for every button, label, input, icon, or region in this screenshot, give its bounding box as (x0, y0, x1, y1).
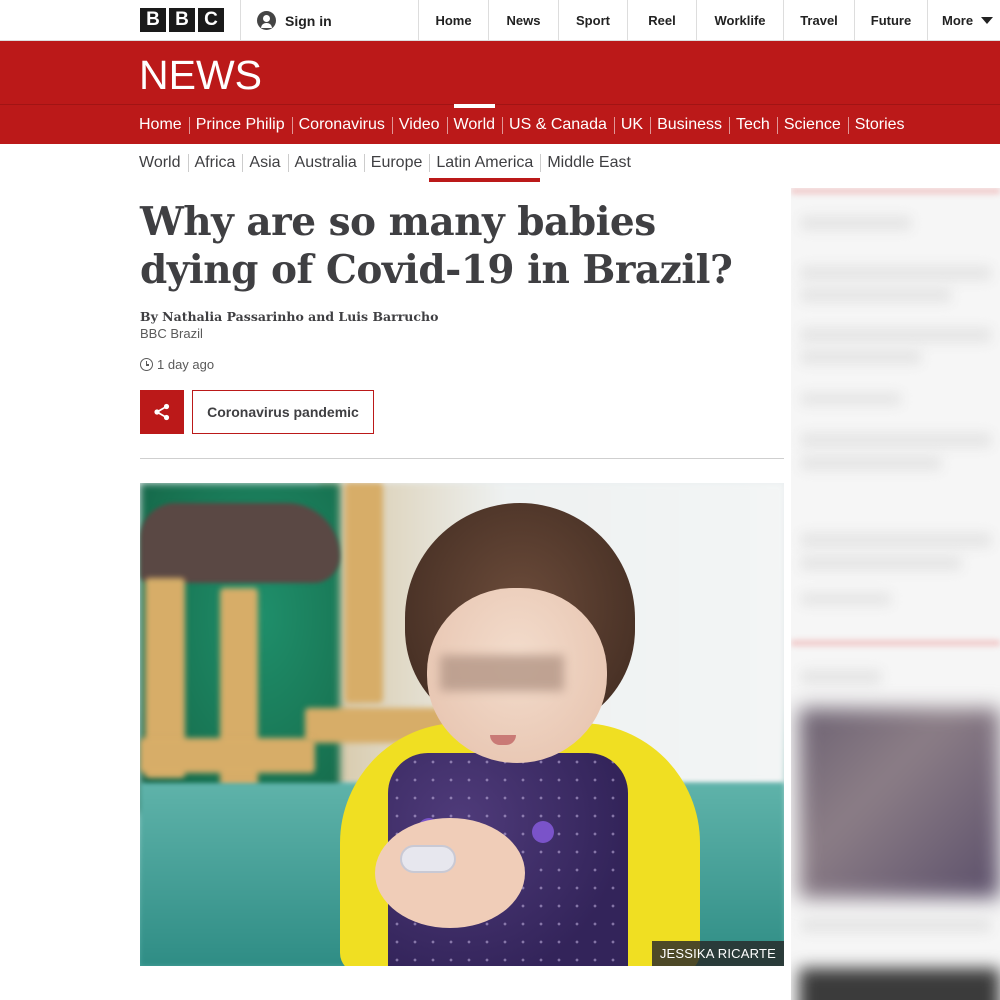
article-divider (140, 458, 784, 459)
main-nav-stories[interactable]: Stories (847, 105, 912, 145)
sidebar-blurred (791, 188, 1000, 1000)
sidebar-accent (791, 640, 1000, 646)
main-nav-tech[interactable]: Tech (729, 105, 777, 145)
photo-child-hands (375, 818, 525, 928)
share-icon (154, 403, 170, 421)
top-nav: Home News Sport Reel Worklife Travel Fut… (418, 0, 1000, 41)
top-nav-home[interactable]: Home (418, 0, 488, 41)
bbc-logo-letter: C (198, 8, 224, 32)
sidebar-placeholder (801, 393, 901, 405)
article-timestamp: 1 day ago (140, 357, 214, 372)
main-nav-world[interactable]: World (446, 104, 503, 145)
clock-icon (140, 358, 153, 371)
sub-nav-europe[interactable]: Europe (363, 144, 430, 182)
topic-tag-button[interactable]: Coronavirus pandemic (192, 390, 374, 434)
photo-toy (400, 845, 456, 873)
main-nav-coronavirus[interactable]: Coronavirus (291, 105, 392, 145)
main-nav-video[interactable]: Video (391, 105, 447, 145)
news-wordmark[interactable]: NEWS (139, 52, 262, 99)
photo-eyes-blur (440, 655, 564, 691)
sidebar-placeholder (801, 556, 961, 570)
article-hero-image: JESSIKA RICARTE (140, 483, 784, 966)
main-nav-science[interactable]: Science (776, 105, 848, 145)
user-icon (257, 11, 276, 30)
article-byline-org: BBC Brazil (140, 326, 203, 341)
article-timestamp-label: 1 day ago (157, 357, 215, 372)
photo-wood-rail (140, 738, 315, 773)
sidebar-placeholder (801, 456, 941, 470)
top-nav-travel[interactable]: Travel (783, 0, 854, 41)
news-main-nav: Home Prince Philip Coronavirus Video Wor… (0, 104, 1000, 144)
sub-nav-asia[interactable]: Asia (242, 144, 287, 182)
header-divider (240, 0, 241, 41)
sidebar-placeholder (801, 350, 921, 364)
sidebar-placeholder (801, 266, 991, 280)
main-nav-uk[interactable]: UK (613, 105, 650, 145)
bbc-logo-letter: B (169, 8, 195, 32)
sidebar-placeholder (801, 288, 951, 302)
sidebar-accent (791, 188, 1000, 194)
news-banner: NEWS (0, 41, 1000, 104)
top-nav-reel[interactable]: Reel (627, 0, 696, 41)
top-nav-more[interactable]: More (927, 0, 1000, 41)
sub-nav-australia[interactable]: Australia (287, 144, 364, 182)
sidebar-placeholder (801, 533, 991, 547)
main-nav-us-canada[interactable]: US & Canada (502, 105, 614, 145)
top-nav-more-label: More (942, 13, 974, 28)
bbc-logo[interactable]: B B C (140, 8, 224, 32)
sidebar-placeholder (801, 328, 991, 342)
sidebar-placeholder (801, 670, 881, 684)
sub-nav-africa[interactable]: Africa (187, 144, 243, 182)
top-nav-news[interactable]: News (488, 0, 558, 41)
main-nav-business[interactable]: Business (650, 105, 729, 145)
top-nav-future[interactable]: Future (854, 0, 927, 41)
photo-chair-seat (140, 503, 340, 583)
sub-nav-latin-america[interactable]: Latin America (429, 144, 541, 182)
top-nav-sport[interactable]: Sport (558, 0, 627, 41)
main-nav-prince-philip[interactable]: Prince Philip (188, 105, 292, 145)
chevron-down-icon (981, 17, 994, 24)
article-headline: Why are so many babies dying of Covid-19… (140, 199, 733, 293)
top-nav-worklife[interactable]: Worklife (696, 0, 783, 41)
world-sub-nav: World Africa Asia Australia Europe Latin… (139, 144, 638, 182)
sign-in-label: Sign in (285, 12, 332, 29)
sub-nav-world[interactable]: World (139, 144, 188, 182)
sidebar-placeholder (801, 433, 991, 447)
share-button[interactable] (140, 390, 184, 434)
sign-in-link[interactable]: Sign in (257, 0, 332, 41)
sidebar-placeholder (801, 216, 911, 230)
photo-overall-button (532, 821, 554, 843)
bbc-logo-letter: B (140, 8, 166, 32)
sub-nav-middle-east[interactable]: Middle East (540, 144, 638, 182)
sidebar-placeholder (801, 593, 891, 605)
article-byline: By Nathalia Passarinho and Luis Barrucho (140, 309, 439, 324)
sidebar-placeholder (801, 918, 991, 932)
photo-wood-leg (345, 483, 383, 703)
image-credit: JESSIKA RICARTE (651, 941, 784, 966)
sidebar-thumbnail (799, 968, 1000, 1000)
bbc-global-header: B B C Sign in Home News Sport Reel Workl… (0, 0, 1000, 41)
main-nav-home[interactable]: Home (139, 105, 189, 145)
sidebar-thumbnail (799, 708, 1000, 898)
